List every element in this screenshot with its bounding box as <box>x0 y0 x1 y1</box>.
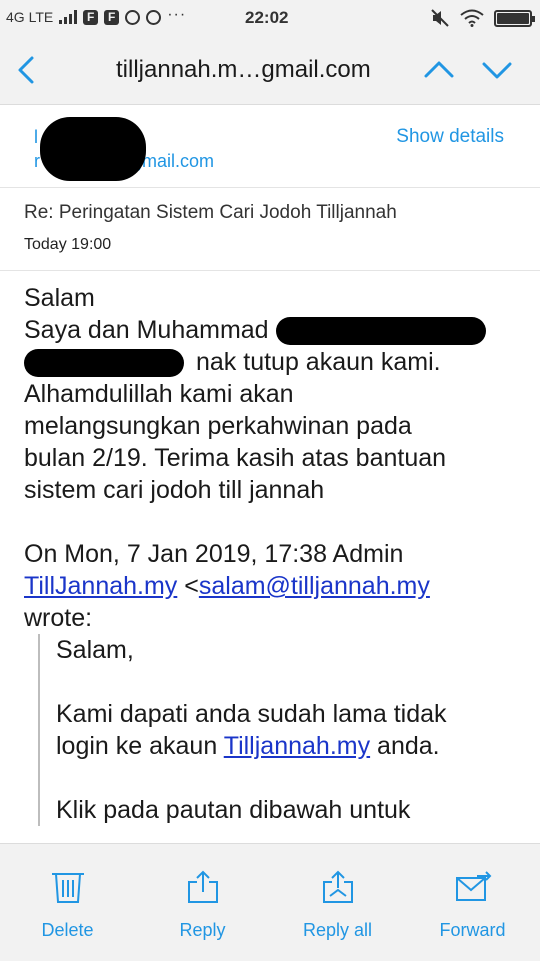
facebook-icon: F <box>104 9 120 25</box>
quote-header: TillJannah.my <salam@tilljannah.my <box>24 570 524 602</box>
body-line: nak tutup akaun kami. <box>24 346 524 378</box>
wifi-icon <box>460 9 484 27</box>
quote-header: wrote: <box>24 604 93 632</box>
sender-email-link[interactable]: salam@tilljannah.my <box>199 572 430 600</box>
quoted-line: Kami dapati anda sudah lama tidak <box>56 700 447 728</box>
delete-label: Delete <box>41 920 94 940</box>
whatsapp-icon <box>146 9 162 25</box>
body-line: Alhamdulillah kami akan <box>24 380 294 408</box>
reply-all-button[interactable]: Reply all <box>270 844 405 961</box>
mute-icon <box>431 9 449 27</box>
status-left: 4G LTE F F ··· <box>6 6 187 25</box>
quote-header: On Mon, 7 Jan 2019, 17:38 Admin <box>24 540 404 568</box>
sender-block: l r gmail.com Show details <box>0 105 540 188</box>
forward-label: Forward <box>439 920 506 940</box>
sender-email-start: r <box>34 151 40 171</box>
body-line: sistem cari jodoh till jannah <box>24 476 325 504</box>
app-header: tilljannah.m…gmail.com <box>0 36 540 105</box>
more-notifications-icon: ··· <box>167 6 187 23</box>
subject-block: Re: Peringatan Sistem Cari Jodoh Tilljan… <box>0 188 540 271</box>
forward-icon <box>455 871 491 901</box>
back-icon[interactable] <box>12 52 42 88</box>
redaction-mark <box>275 317 486 346</box>
network-type: 4G LTE <box>6 9 54 25</box>
body-line: melangsungkan perkahwinan pada <box>24 412 412 440</box>
quoted-line: Salam, <box>56 636 134 664</box>
body-line: Salam <box>24 284 95 312</box>
redaction-mark <box>24 349 184 378</box>
redaction-mark <box>40 117 146 181</box>
status-right <box>430 8 535 28</box>
battery-icon <box>494 9 535 27</box>
facebook-icon: F <box>83 9 99 25</box>
page-title: tilljannah.m…gmail.com <box>116 56 371 83</box>
body-text: login ke akaun <box>56 732 224 760</box>
reply-label: Reply <box>179 920 226 940</box>
reply-icon <box>187 870 218 903</box>
quoted-line: login ke akaun Tilljannah.my anda. <box>56 730 524 762</box>
email-body: Salam Saya dan Muhammad nak tutup akaun … <box>24 282 524 826</box>
whatsapp-icon <box>125 9 141 25</box>
body-text: nak tutup akaun kami. <box>196 348 441 376</box>
status-bar: 4G LTE F F ··· 22:02 <box>0 0 540 36</box>
bottom-toolbar: Delete Reply Reply all Forward <box>0 843 540 961</box>
tilljannah-link[interactable]: TillJannah.my <box>24 572 177 600</box>
quote-lt: < <box>184 572 199 600</box>
quoted-message: Salam, Kami dapati anda sudah lama tidak… <box>38 634 524 826</box>
email-date: Today 19:00 <box>24 236 112 253</box>
chevron-down-icon[interactable] <box>480 54 514 86</box>
signal-icon <box>59 10 78 24</box>
reply-all-icon <box>322 870 353 903</box>
body-line: bulan 2/19. Terima kasih atas bantuan <box>24 444 447 472</box>
reply-all-label: Reply all <box>302 920 373 940</box>
tilljannah-link[interactable]: Tilljannah.my <box>224 732 370 760</box>
trash-icon <box>51 873 84 903</box>
forward-button[interactable]: Forward <box>405 844 540 961</box>
show-details-link[interactable]: Show details <box>396 126 504 148</box>
reply-button[interactable]: Reply <box>135 844 270 961</box>
body-line: Saya dan Muhammad <box>24 314 524 346</box>
email-subject: Re: Peringatan Sistem Cari Jodoh Tilljan… <box>24 202 397 223</box>
sender-name[interactable]: l <box>34 127 38 148</box>
body-text: anda. <box>370 732 440 760</box>
body-text: Saya dan Muhammad <box>24 316 269 344</box>
delete-button[interactable]: Delete <box>0 844 135 961</box>
quoted-line: Klik pada pautan dibawah untuk <box>56 796 411 824</box>
clock: 22:02 <box>245 8 289 27</box>
chevron-up-icon[interactable] <box>422 54 456 86</box>
